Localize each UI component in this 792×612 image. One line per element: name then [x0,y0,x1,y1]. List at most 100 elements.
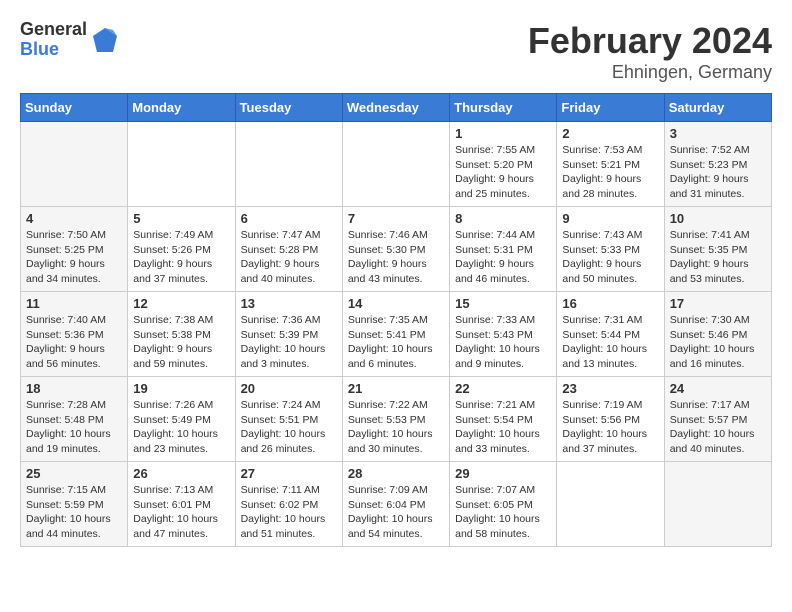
week-row-3: 11 Sunrise: 7:40 AM Sunset: 5:36 PM Dayli… [21,292,772,377]
day-number: 16 [562,296,658,311]
day-number: 3 [670,126,766,141]
calendar-body: 1Sunrise: 7:55 AM Sunset: 5:20 PM Daylig… [21,122,772,547]
calendar-cell: 11 Sunrise: 7:40 AM Sunset: 5:36 PM Dayli… [21,292,128,377]
calendar-cell: 9 Sunrise: 7:43 AM Sunset: 5:33 PM Daylig… [557,207,664,292]
calendar-cell: 4 Sunrise: 7:50 AM Sunset: 5:25 PM Daylig… [21,207,128,292]
day-info: Sunrise: 7:44 AM Sunset: 5:31 PM Dayligh… [455,228,551,287]
header-day-monday: Monday [128,94,235,122]
day-number: 5 [133,211,229,226]
header-row: SundayMondayTuesdayWednesdayThursdayFrid… [21,94,772,122]
calendar-cell: 3 Sunrise: 7:52 AM Sunset: 5:23 PM Daylig… [664,122,771,207]
day-number: 14 [348,296,444,311]
day-info: Sunrise: 7:21 AM Sunset: 5:54 PM Dayligh… [455,398,551,457]
header-day-friday: Friday [557,94,664,122]
week-row-4: 18Sunrise: 7:28 AM Sunset: 5:48 PM Dayli… [21,377,772,462]
day-number: 4 [26,211,122,226]
day-number: 8 [455,211,551,226]
day-info: Sunrise: 7:38 AM Sunset: 5:38 PM Dayligh… [133,313,229,372]
calendar-cell: 23 Sunrise: 7:19 AM Sunset: 5:56 PM Dayli… [557,377,664,462]
calendar-cell: 5 Sunrise: 7:49 AM Sunset: 5:26 PM Daylig… [128,207,235,292]
calendar-cell: 20Sunrise: 7:24 AM Sunset: 5:51 PM Dayli… [235,377,342,462]
calendar-cell: 13Sunrise: 7:36 AM Sunset: 5:39 PM Dayli… [235,292,342,377]
calendar-cell [557,462,664,547]
calendar-header: SundayMondayTuesdayWednesdayThursdayFrid… [21,94,772,122]
calendar-cell: 22 Sunrise: 7:21 AM Sunset: 5:54 PM Dayli… [450,377,557,462]
day-number: 24 [670,381,766,396]
day-info: Sunrise: 7:33 AM Sunset: 5:43 PM Dayligh… [455,313,551,372]
day-number: 21 [348,381,444,396]
logo: General Blue [20,20,121,60]
day-info: Sunrise: 7:22 AM Sunset: 5:53 PM Dayligh… [348,398,444,457]
day-number: 23 [562,381,658,396]
page-header: General Blue February 2024 Ehningen, Ger… [20,20,772,83]
day-number: 9 [562,211,658,226]
day-info: Sunrise: 7:15 AM Sunset: 5:59 PM Dayligh… [26,483,122,542]
day-info: Sunrise: 7:30 AM Sunset: 5:46 PM Dayligh… [670,313,766,372]
day-info: Sunrise: 7:19 AM Sunset: 5:56 PM Dayligh… [562,398,658,457]
day-number: 25 [26,466,122,481]
day-info: Sunrise: 7:46 AM Sunset: 5:30 PM Dayligh… [348,228,444,287]
day-number: 1 [455,126,551,141]
header-day-tuesday: Tuesday [235,94,342,122]
day-info: Sunrise: 7:35 AM Sunset: 5:41 PM Dayligh… [348,313,444,372]
calendar-cell: 26Sunrise: 7:13 AM Sunset: 6:01 PM Dayli… [128,462,235,547]
day-info: Sunrise: 7:53 AM Sunset: 5:21 PM Dayligh… [562,143,658,202]
calendar-cell [235,122,342,207]
day-number: 7 [348,211,444,226]
calendar-cell: 25 Sunrise: 7:15 AM Sunset: 5:59 PM Dayli… [21,462,128,547]
calendar-cell [21,122,128,207]
day-number: 15 [455,296,551,311]
day-info: Sunrise: 7:31 AM Sunset: 5:44 PM Dayligh… [562,313,658,372]
calendar-cell: 10Sunrise: 7:41 AM Sunset: 5:35 PM Dayli… [664,207,771,292]
calendar-cell: 19Sunrise: 7:26 AM Sunset: 5:49 PM Dayli… [128,377,235,462]
header-day-saturday: Saturday [664,94,771,122]
day-info: Sunrise: 7:24 AM Sunset: 5:51 PM Dayligh… [241,398,337,457]
calendar-table: SundayMondayTuesdayWednesdayThursdayFrid… [20,93,772,547]
calendar-cell [342,122,449,207]
title-area: February 2024 Ehningen, Germany [528,20,772,83]
day-info: Sunrise: 7:40 AM Sunset: 5:36 PM Dayligh… [26,313,122,372]
logo-general-text: General [20,20,87,40]
day-number: 29 [455,466,551,481]
calendar-cell: 1Sunrise: 7:55 AM Sunset: 5:20 PM Daylig… [450,122,557,207]
calendar-cell: 24 Sunrise: 7:17 AM Sunset: 5:57 PM Dayli… [664,377,771,462]
day-number: 10 [670,211,766,226]
day-number: 26 [133,466,229,481]
day-number: 6 [241,211,337,226]
day-number: 12 [133,296,229,311]
logo-icon [89,24,121,56]
calendar-cell: 14 Sunrise: 7:35 AM Sunset: 5:41 PM Dayli… [342,292,449,377]
day-info: Sunrise: 7:49 AM Sunset: 5:26 PM Dayligh… [133,228,229,287]
location-title: Ehningen, Germany [528,62,772,83]
logo-blue-text: Blue [20,40,87,60]
calendar-cell: 18Sunrise: 7:28 AM Sunset: 5:48 PM Dayli… [21,377,128,462]
day-info: Sunrise: 7:50 AM Sunset: 5:25 PM Dayligh… [26,228,122,287]
month-title: February 2024 [528,20,772,62]
day-number: 2 [562,126,658,141]
day-number: 22 [455,381,551,396]
calendar-cell [128,122,235,207]
day-number: 19 [133,381,229,396]
week-row-2: 4 Sunrise: 7:50 AM Sunset: 5:25 PM Daylig… [21,207,772,292]
header-day-wednesday: Wednesday [342,94,449,122]
day-info: Sunrise: 7:07 AM Sunset: 6:05 PM Dayligh… [455,483,551,542]
day-number: 17 [670,296,766,311]
day-number: 13 [241,296,337,311]
calendar-cell: 28 Sunrise: 7:09 AM Sunset: 6:04 PM Dayli… [342,462,449,547]
calendar-cell: 12 Sunrise: 7:38 AM Sunset: 5:38 PM Dayli… [128,292,235,377]
calendar-cell: 29 Sunrise: 7:07 AM Sunset: 6:05 PM Dayli… [450,462,557,547]
day-number: 18 [26,381,122,396]
day-number: 28 [348,466,444,481]
day-info: Sunrise: 7:52 AM Sunset: 5:23 PM Dayligh… [670,143,766,202]
calendar-cell [664,462,771,547]
day-info: Sunrise: 7:17 AM Sunset: 5:57 PM Dayligh… [670,398,766,457]
day-number: 27 [241,466,337,481]
calendar-cell: 16 Sunrise: 7:31 AM Sunset: 5:44 PM Dayli… [557,292,664,377]
calendar-cell: 8 Sunrise: 7:44 AM Sunset: 5:31 PM Daylig… [450,207,557,292]
calendar-cell: 21 Sunrise: 7:22 AM Sunset: 5:53 PM Dayli… [342,377,449,462]
day-info: Sunrise: 7:09 AM Sunset: 6:04 PM Dayligh… [348,483,444,542]
day-info: Sunrise: 7:11 AM Sunset: 6:02 PM Dayligh… [241,483,337,542]
header-day-thursday: Thursday [450,94,557,122]
day-info: Sunrise: 7:43 AM Sunset: 5:33 PM Dayligh… [562,228,658,287]
day-number: 11 [26,296,122,311]
